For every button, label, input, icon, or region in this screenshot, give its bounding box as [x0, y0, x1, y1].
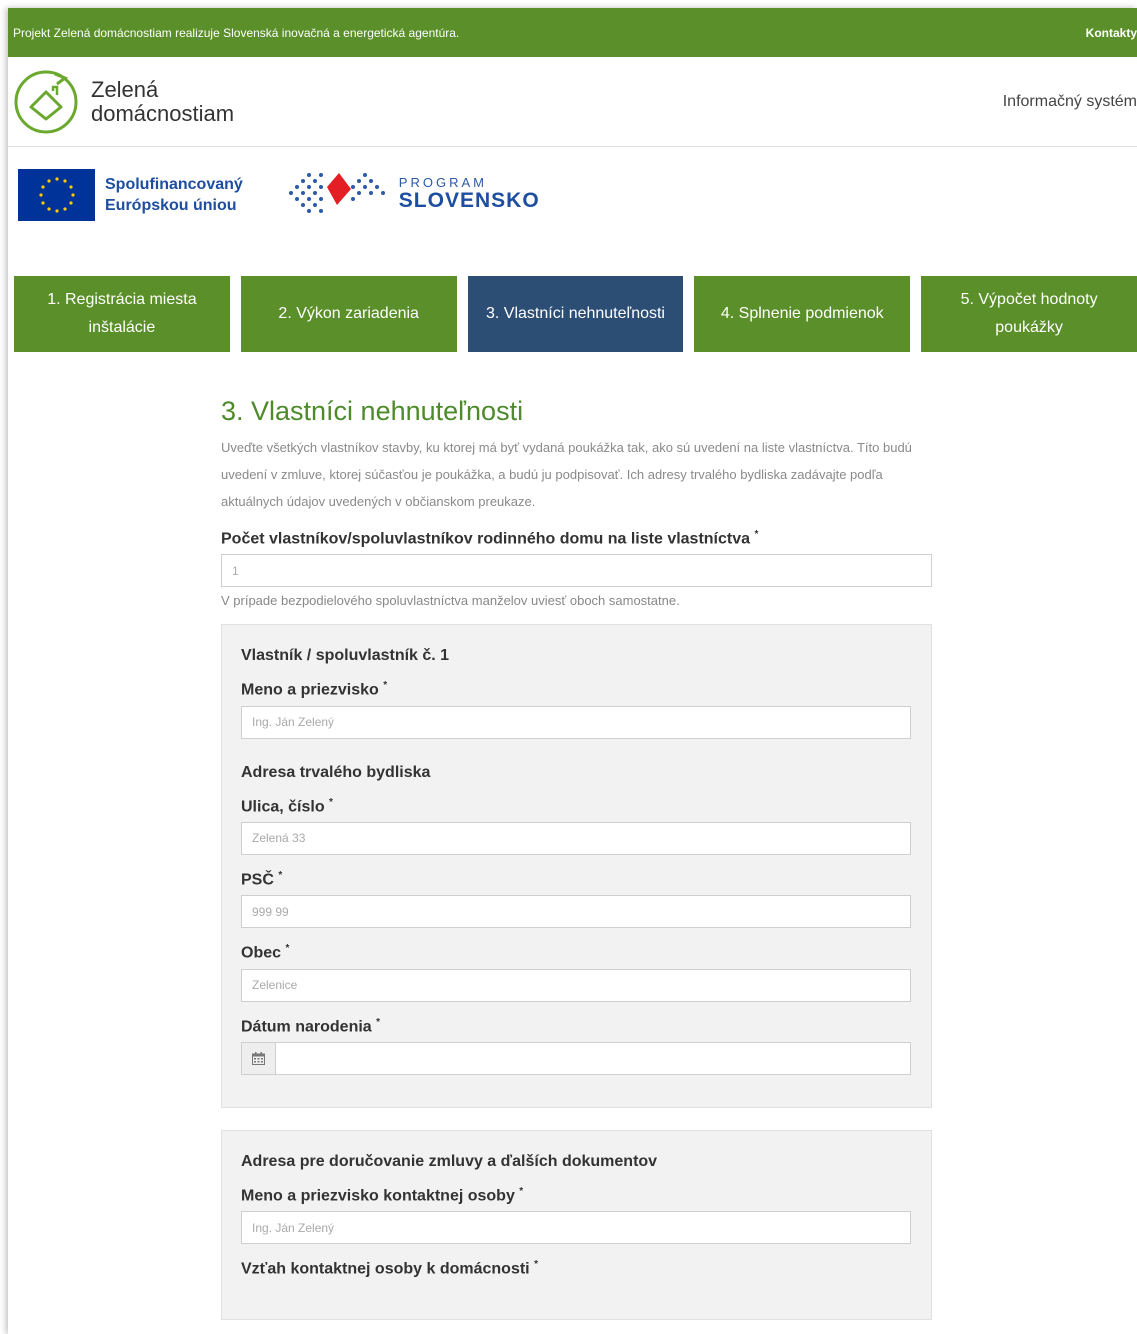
- step-5-voucher-value[interactable]: 5. Výpočet hodnoty poukážky: [921, 276, 1137, 352]
- street-input[interactable]: [241, 821, 911, 855]
- birth-date-label: Dátum narodenia *: [241, 1016, 381, 1035]
- site-header: Zelená domácnostiam Informačný systém: [8, 57, 1137, 147]
- birth-date-group: [241, 1041, 911, 1075]
- program-label: PROGRAM: [398, 174, 487, 190]
- owners-form: 3. Vlastníci nehnuteľnosti Uveďte všetký…: [221, 388, 932, 1320]
- owner-count-hint: V prípade bezpodielového spoluvlastníctv…: [221, 593, 680, 609]
- required-mark: *: [519, 1185, 524, 1197]
- step-3-property-owners[interactable]: 3. Vlastníci nehnuteľnosti: [467, 276, 684, 352]
- required-mark: *: [754, 529, 759, 540]
- program-slovensko-logo: PROGRAM SLOVENSKO: [285, 165, 540, 221]
- slovensko-label: SLOVENSKO: [398, 188, 540, 212]
- owner-count-input[interactable]: [221, 554, 932, 588]
- owner-1-title: Vlastník / spoluvlastník č. 1: [241, 647, 450, 665]
- project-notice: Projekt Zelená domácnostiam realizuje Sl…: [13, 25, 460, 40]
- site-logo[interactable]: Zelená domácnostiam: [13, 69, 234, 135]
- contact-name-label: Meno a priezvisko kontaktnej osoby *: [241, 1185, 524, 1205]
- required-mark: *: [329, 796, 333, 808]
- required-mark: *: [285, 943, 290, 955]
- page-frame: Projekt Zelená domácnostiam realizuje Sl…: [8, 8, 1137, 1334]
- logo-line-1: Zelená: [91, 76, 159, 102]
- top-notice-bar: Projekt Zelená domácnostiam realizuje Sl…: [8, 8, 1137, 57]
- required-mark: *: [534, 1259, 538, 1271]
- zip-label: PSČ *: [241, 869, 283, 889]
- required-mark: *: [376, 1016, 381, 1028]
- eu-text-line-1: Spolufinancovaný: [105, 176, 243, 193]
- step-2-device-power[interactable]: 2. Výkon zariadenia: [240, 276, 457, 352]
- eu-cofinanced-logo: Spolufinancovaný Európskou úniou: [18, 169, 243, 221]
- intro-text: Uveďte všetkých vlastníkov stavby, ku kt…: [221, 440, 912, 509]
- permanent-address-title: Adresa trvalého bydliska: [241, 763, 431, 781]
- information-system-link[interactable]: Informačný systém: [1003, 93, 1137, 111]
- eu-flag-icon: [18, 169, 95, 221]
- city-label: Obec *: [241, 943, 290, 962]
- contact-relation-label: Vzťah kontaktnej osoby k domácnosti *: [241, 1259, 538, 1278]
- owner-1-panel: Vlastník / spoluvlastník č. 1 Meno a pri…: [221, 624, 932, 1108]
- eu-text-line-2: Európskou úniou: [105, 197, 237, 214]
- page-title: 3. Vlastníci nehnuteľnosti: [221, 396, 524, 426]
- birth-date-input[interactable]: [275, 1041, 911, 1075]
- step-4-conditions[interactable]: 4. Splnenie podmienok: [694, 276, 911, 352]
- partners-strip: Spolufinancovaný Európskou úniou PROGRAM…: [8, 147, 1137, 267]
- delivery-address-title: Adresa pre doručovanie zmluvy a ďalších …: [241, 1152, 658, 1170]
- delivery-address-panel: Adresa pre doručovanie zmluvy a ďalších …: [221, 1129, 932, 1320]
- required-mark: *: [383, 680, 388, 692]
- house-logo-icon: [14, 70, 78, 133]
- wizard-steps: 1. Registrácia miesta inštalácie 2. Výko…: [14, 276, 1137, 352]
- logo-line-2: domácnostiam: [91, 100, 235, 126]
- street-label: Ulica, číslo *: [241, 796, 333, 815]
- city-input[interactable]: [241, 968, 911, 1002]
- owner-count-label: Počet vlastníkov/spoluvlastníkov rodinné…: [221, 529, 759, 548]
- zip-input[interactable]: [241, 895, 911, 929]
- contact-name-input[interactable]: [241, 1211, 911, 1245]
- contacts-link[interactable]: Kontakty: [1086, 26, 1137, 40]
- owner-name-input[interactable]: [241, 705, 911, 739]
- required-mark: *: [278, 869, 283, 881]
- step-1-registration[interactable]: 1. Registrácia miesta inštalácie: [14, 276, 230, 352]
- calendar-icon[interactable]: [241, 1041, 276, 1075]
- owner-name-label: Meno a priezvisko *: [241, 680, 388, 699]
- program-slovensko-mark-icon: [288, 173, 385, 213]
